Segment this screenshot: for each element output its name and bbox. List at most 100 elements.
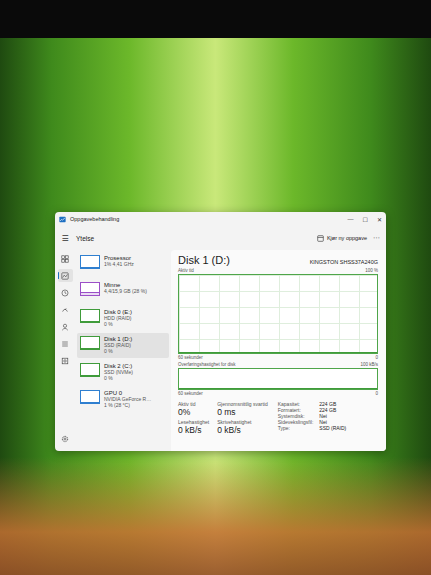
resource-thumbnail xyxy=(80,390,100,404)
stat: Gjennomsnittlig svartid 0 ms xyxy=(217,401,268,417)
run-task-icon xyxy=(317,235,324,242)
stats-area: Aktiv tid 0% Gjennomsnittlig svartid 0 ms… xyxy=(178,401,378,435)
stat-label: Skrivehastighet xyxy=(217,419,268,425)
nav-item[interactable] xyxy=(58,320,73,333)
resource-thumbnail xyxy=(80,336,100,350)
run-new-task-label: Kjør ny oppgave xyxy=(327,235,367,241)
task-manager-icon xyxy=(59,216,66,223)
resource-item[interactable]: Disk 0 (E:) HDD (RAID)0 % xyxy=(77,306,169,331)
nav-item-icon xyxy=(61,272,69,280)
chart-line xyxy=(179,275,377,353)
resource-list: Prosessor 1% 4,41 GHz Minne 4,4/15,9 GB … xyxy=(75,250,171,451)
property-label: Kapasitet: xyxy=(278,401,314,407)
stat-value: 0 ms xyxy=(217,407,268,417)
nav-item-icon xyxy=(61,255,69,263)
window-body: Prosessor 1% 4,41 GHz Minne 4,4/15,9 GB … xyxy=(55,250,386,451)
chart-plot xyxy=(178,368,378,390)
property-label: Sidevekslingsfil: xyxy=(278,419,314,425)
resource-detail: NVIDIA GeForce R… xyxy=(104,396,151,402)
chart: Aktiv tid 100 % 60 sekunder 0 xyxy=(178,268,378,360)
thumbnail-fill xyxy=(81,375,99,376)
nav-item[interactable] xyxy=(58,269,73,282)
nav-item[interactable] xyxy=(58,286,73,299)
chart-title: Aktiv tid xyxy=(178,268,194,273)
resource-name: Prosessor xyxy=(104,255,134,261)
desktop-wallpaper: Oppgavebehandling —☐✕ ☰ Ytelse Kjør ny o… xyxy=(0,38,431,575)
nav-rail xyxy=(55,250,75,451)
menu-button[interactable]: ☰ xyxy=(60,234,70,243)
settings-button[interactable] xyxy=(58,432,73,445)
resource-detail: SSD (NVMe) xyxy=(104,369,133,375)
thumbnail-fill xyxy=(81,402,99,403)
nav-item-icon xyxy=(61,340,69,348)
more-button[interactable]: ⋯ xyxy=(373,234,380,242)
nav-item-icon xyxy=(61,323,69,331)
window-controls: — ☐ ✕ xyxy=(348,216,382,223)
chart-min-label: 0 xyxy=(375,391,378,396)
property-label: Formatert: xyxy=(278,407,314,413)
thumbnail-fill xyxy=(81,292,99,295)
nav-item[interactable] xyxy=(58,303,73,316)
chart-line xyxy=(179,369,377,389)
page-title: Ytelse xyxy=(76,235,94,242)
resource-thumbnail xyxy=(80,363,100,377)
resource-detail: 0 % xyxy=(104,348,132,354)
property-value: Nei xyxy=(319,413,346,419)
resource-name: GPU 0 xyxy=(104,390,151,396)
thumbnail-fill xyxy=(81,267,99,268)
window-control-button[interactable]: ☐ xyxy=(363,216,368,223)
property-value: 224 GB xyxy=(319,401,346,407)
disk-model: KINGSTON SHSS37A240G xyxy=(310,259,378,265)
nav-item[interactable] xyxy=(58,337,73,350)
nav-item[interactable] xyxy=(58,354,73,367)
stat: Lesehastighet 0 kB/s xyxy=(178,419,209,435)
screen: Oppgavebehandling —☐✕ ☰ Ytelse Kjør ny o… xyxy=(0,0,431,575)
run-new-task-button[interactable]: Kjør ny oppgave xyxy=(317,235,367,242)
property-value: SSD (RAID) xyxy=(319,425,346,431)
resource-item[interactable]: Disk 2 (C:) SSD (NVMe)0 % xyxy=(77,360,169,385)
detail-panel: Disk 1 (D:) KINGSTON SHSS37A240G Aktiv t… xyxy=(171,250,386,451)
resource-detail: HDD (RAID) xyxy=(104,315,132,321)
resource-detail: 0 % xyxy=(104,375,133,381)
chart-span-label: 60 sekunder xyxy=(178,391,203,396)
resource-thumbnail xyxy=(80,282,100,296)
resource-name: Disk 1 (D:) xyxy=(104,336,132,342)
resource-item[interactable]: GPU 0 NVIDIA GeForce R…1 % (28 °C) xyxy=(77,387,169,412)
chart-max-label: 100 % xyxy=(365,268,378,273)
stat-label: Aktiv tid xyxy=(178,401,209,407)
resource-detail: 1% 4,41 GHz xyxy=(104,261,134,267)
resource-name: Disk 0 (E:) xyxy=(104,309,132,315)
stat-value: 0 kB/s xyxy=(217,425,268,435)
resource-detail: 0 % xyxy=(104,321,132,327)
window-control-button[interactable]: — xyxy=(348,216,354,223)
chart-title: Overføringshastighet for disk xyxy=(178,362,236,367)
property-value: Nei xyxy=(319,419,346,425)
stat-value: 0 kB/s xyxy=(178,425,209,435)
resource-name: Minne xyxy=(104,282,147,288)
resource-item[interactable]: Disk 1 (D:) SSD (RAID)0 % xyxy=(77,333,169,358)
resource-item[interactable]: Minne 4,4/15,9 GB (28 %) xyxy=(77,279,169,304)
nav-item-icon xyxy=(61,289,69,297)
stat-value: 0% xyxy=(178,407,209,417)
stat: Skrivehastighet 0 kB/s xyxy=(217,419,268,435)
task-manager-window[interactable]: Oppgavebehandling —☐✕ ☰ Ytelse Kjør ny o… xyxy=(55,212,386,451)
resource-detail: SSD (RAID) xyxy=(104,342,132,348)
monitor-bezel xyxy=(0,0,431,38)
resource-detail: 4,4/15,9 GB (28 %) xyxy=(104,288,147,294)
nav-item-icon xyxy=(61,357,69,365)
chart-span-label: 60 sekunder xyxy=(178,355,203,360)
chart: Overføringshastighet for disk 100 kB/s 6… xyxy=(178,362,378,396)
resource-detail: 1 % (28 °C) xyxy=(104,402,151,408)
resource-name: Disk 2 (C:) xyxy=(104,363,133,369)
property-value: 224 GB xyxy=(319,407,346,413)
window-control-button[interactable]: ✕ xyxy=(377,216,382,223)
resource-thumbnail xyxy=(80,255,100,269)
title-bar[interactable]: Oppgavebehandling —☐✕ xyxy=(55,212,386,226)
detail-title: Disk 1 (D:) xyxy=(178,254,230,266)
chart-plot xyxy=(178,274,378,354)
resource-item[interactable]: Prosessor 1% 4,41 GHz xyxy=(77,252,169,277)
stat-label: Gjennomsnittlig svartid xyxy=(217,401,268,407)
nav-item[interactable] xyxy=(58,252,73,265)
resource-thumbnail xyxy=(80,309,100,323)
thumbnail-fill xyxy=(81,348,99,349)
